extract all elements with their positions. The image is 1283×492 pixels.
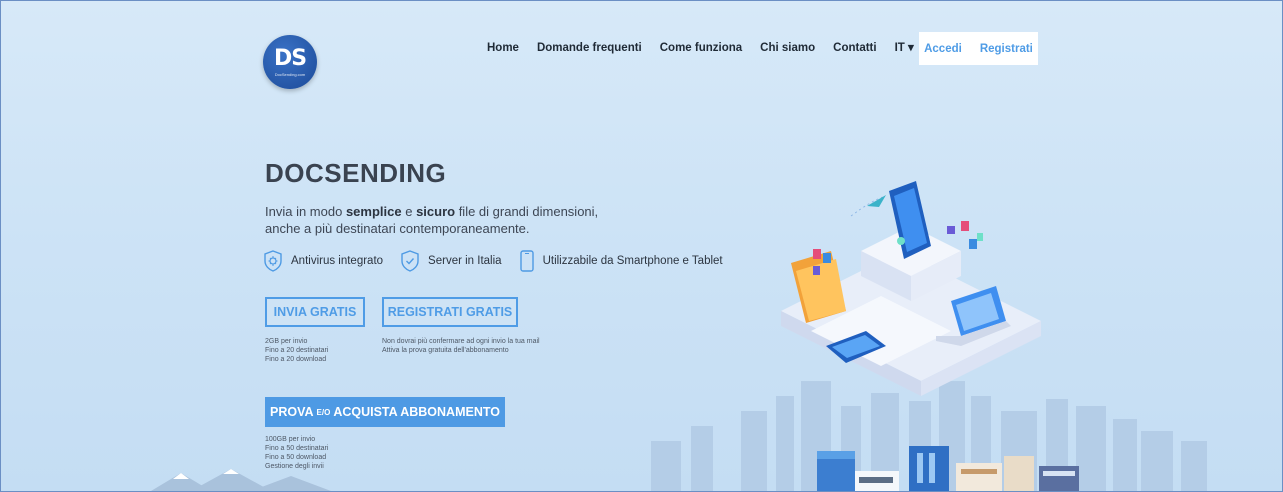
lead-text: Invia in modo [265,204,346,219]
feature-server-italy: Server in Italia [400,250,502,272]
check-shield-icon [401,250,419,272]
login-link[interactable]: Accedi [924,43,962,55]
register-link[interactable]: Registrati [980,43,1033,55]
note-line: Fino a 20 download [265,356,327,363]
feature-mobile: Utilizzabile da Smartphone e Tablet [519,250,723,272]
subscription-label-pre: PROVA [270,405,314,419]
lead-text: file di grandi dimensioni, [455,204,599,219]
note-line: 100GB per invio [265,436,316,443]
feature-label: Server in Italia [428,255,502,267]
subscription-label-mid: E/O [316,407,331,417]
register-free-notes: Non dovrai più confermare ad ogni invio … [382,337,540,355]
language-dropdown[interactable]: IT ▾ [895,41,914,55]
send-free-button[interactable]: INVIA GRATIS [265,297,365,327]
main-nav: Home Domande frequenti Come funziona Chi… [487,41,932,55]
lead-text: e [401,204,417,219]
feature-antivirus: Antivirus integrato [263,250,383,272]
lead-text-line2: anche a più destinatari contemporaneamen… [265,221,530,236]
register-free-button[interactable]: REGISTRATI GRATIS [382,297,518,327]
antivirus-shield-icon [264,250,282,272]
nav-item-home[interactable]: Home [487,41,519,55]
feature-list: Antivirus integrato Server in Italia Uti… [263,250,740,272]
note-line: Fino a 20 destinatari [265,347,329,354]
page-frame: DS DocSending.com Home Domande frequenti… [0,0,1283,492]
nav-item-how-it-works[interactable]: Come funziona [660,41,742,55]
mountains [151,469,331,491]
logo-monogram: DS [273,46,307,71]
feature-label: Antivirus integrato [291,255,384,267]
subscription-notes: 100GB per invio Fino a 50 destinatari Fi… [265,435,328,471]
note-line: Attiva la prova gratuita dell'abbonament… [382,347,509,354]
hero-title: DOCSENDING [265,158,447,188]
send-free-notes: 2GB per invio Fino a 20 destinatari Fino… [265,337,328,364]
auth-box: Accedi Registrati [919,32,1038,65]
nav-item-about[interactable]: Chi siamo [760,41,815,55]
smartphone-icon [519,250,534,272]
hero-lead: Invia in modo semplice e sicuro file di … [265,203,625,237]
site-logo[interactable]: DS DocSending.com [263,35,317,89]
paper-plane-icon [867,195,886,207]
feature-label: Utilizzabile da Smartphone e Tablet [542,255,723,267]
subscription-label-post: ACQUISTA ABBONAMENTO [333,405,500,419]
lead-bold-secure: sicuro [416,204,456,219]
note-line: Fino a 50 destinatari [265,445,329,452]
logo-wordmark: DocSending.com [274,72,306,77]
lead-bold-simple: semplice [345,204,402,219]
note-line: Non dovrai più confermare ad ogni invio … [382,338,540,345]
note-line: Gestione degli invii [265,463,324,470]
subscription-button[interactable]: PROVA E/O ACQUISTA ABBONAMENTO [265,397,505,427]
hero-illustration [151,181,1207,491]
nav-item-contacts[interactable]: Contatti [833,41,876,55]
note-line: 2GB per invio [265,338,308,345]
note-line: Fino a 50 download [265,454,327,461]
nav-item-faq[interactable]: Domande frequenti [537,41,642,55]
